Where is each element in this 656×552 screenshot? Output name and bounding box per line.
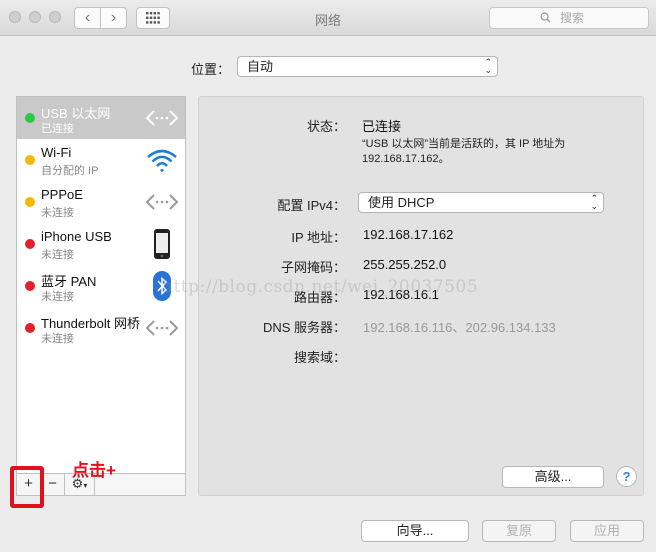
service-list: USB 以太网 已连接 Wi-Fi 自分配的 IP PPPoE 未连接 iPho… bbox=[16, 96, 186, 496]
status-value: 已连接 bbox=[362, 119, 402, 134]
chevron-left-icon: ‹ bbox=[84, 9, 91, 26]
apply-button[interactable]: 应用 bbox=[570, 520, 644, 542]
search-icon bbox=[540, 12, 551, 23]
service-item-wifi[interactable]: Wi-Fi 自分配的 IP bbox=[17, 139, 185, 181]
search-placeholder: 搜索 bbox=[560, 11, 585, 25]
forward-button[interactable]: › bbox=[100, 7, 127, 29]
service-status: 未连接 bbox=[41, 291, 74, 303]
location-popup[interactable]: 自动 ⌃ ⌄ bbox=[237, 56, 498, 77]
status-dot bbox=[25, 155, 35, 165]
search-field[interactable]: 搜索 bbox=[489, 7, 649, 29]
service-status: 已连接 bbox=[41, 123, 74, 135]
remove-service-button[interactable]: − bbox=[41, 474, 65, 495]
service-status: 自分配的 IP bbox=[41, 165, 99, 177]
dns-server-label: DNS 服务器： bbox=[262, 320, 346, 335]
service-status: 未连接 bbox=[41, 207, 74, 219]
status-dot bbox=[25, 323, 35, 333]
service-item-thunderbolt-bridge[interactable]: Thunderbolt 网桥 未连接 bbox=[17, 307, 185, 349]
annotation-text: 点击+ bbox=[72, 461, 116, 480]
service-name: iPhone USB bbox=[41, 229, 112, 244]
subnet-mask-label: 子网掩码： bbox=[280, 260, 346, 275]
help-button[interactable]: ? bbox=[616, 466, 637, 487]
back-button[interactable]: ‹ bbox=[74, 7, 101, 29]
status-dot bbox=[25, 197, 35, 207]
location-label: 位置： bbox=[191, 62, 231, 77]
configure-ipv4-value: 使用 DHCP bbox=[368, 195, 435, 210]
status-label: 状态： bbox=[306, 119, 346, 134]
wifi-icon bbox=[147, 149, 177, 173]
iphone-icon bbox=[154, 229, 170, 259]
configure-ipv4-label: 配置 IPv4： bbox=[277, 198, 346, 213]
subnet-mask-value: 255.255.252.0 bbox=[363, 257, 447, 272]
status-note: “USB 以太网”当前是活跃的，其 IP 地址为 192.168.17.162。 bbox=[362, 138, 566, 165]
bluetooth-icon bbox=[153, 271, 171, 301]
status-dot bbox=[25, 239, 35, 249]
chevron-right-icon: › bbox=[110, 9, 117, 26]
close-window-button[interactable] bbox=[9, 11, 21, 23]
updown-arrows-icon: ⌃ ⌄ bbox=[590, 193, 598, 211]
service-name: PPPoE bbox=[41, 187, 83, 202]
service-item-usb-ethernet[interactable]: USB 以太网 已连接 bbox=[17, 97, 185, 139]
service-status: 未连接 bbox=[41, 333, 74, 345]
router-value: 192.168.16.1 bbox=[363, 287, 439, 302]
configure-ipv4-popup[interactable]: 使用 DHCP ⌃ ⌄ bbox=[358, 192, 604, 213]
grid-icon bbox=[146, 12, 160, 24]
status-dot bbox=[25, 113, 35, 123]
service-item-bluetooth-pan[interactable]: 蓝牙 PAN 未连接 bbox=[17, 265, 185, 307]
annotation-highlight-box bbox=[10, 466, 44, 508]
ethernet-icon bbox=[145, 194, 179, 210]
question-icon: ? bbox=[622, 469, 631, 484]
service-name: Wi-Fi bbox=[41, 145, 72, 160]
ip-address-value: 192.168.17.162 bbox=[363, 227, 454, 242]
service-item-iphone-usb[interactable]: iPhone USB 未连接 bbox=[17, 223, 185, 265]
assistant-button[interactable]: 向导... bbox=[361, 520, 469, 542]
advanced-button[interactable]: 高级... bbox=[502, 466, 604, 488]
search-domain-label: 搜索域： bbox=[293, 350, 346, 365]
ethernet-icon bbox=[145, 320, 179, 336]
status-dot bbox=[25, 281, 35, 291]
ethernet-icon bbox=[145, 110, 179, 126]
zoom-window-button[interactable] bbox=[49, 11, 61, 23]
ip-address-label: IP 地址： bbox=[291, 230, 346, 245]
show-all-button[interactable] bbox=[136, 7, 170, 29]
service-status: 未连接 bbox=[41, 249, 74, 261]
title-bar: ‹ › 网络 搜索 bbox=[0, 0, 656, 36]
chevron-down-icon: ▾ bbox=[83, 481, 88, 490]
service-item-pppoe[interactable]: PPPoE 未连接 bbox=[17, 181, 185, 223]
dns-server-value: 192.168.16.116、202.96.134.133 bbox=[363, 320, 556, 335]
minus-icon: − bbox=[48, 475, 57, 492]
minimize-window-button[interactable] bbox=[29, 11, 41, 23]
updown-arrows-icon: ⌃ ⌄ bbox=[484, 57, 492, 75]
router-label: 路由器： bbox=[293, 290, 346, 305]
location-value: 自动 bbox=[247, 59, 274, 74]
revert-button[interactable]: 复原 bbox=[482, 520, 556, 542]
